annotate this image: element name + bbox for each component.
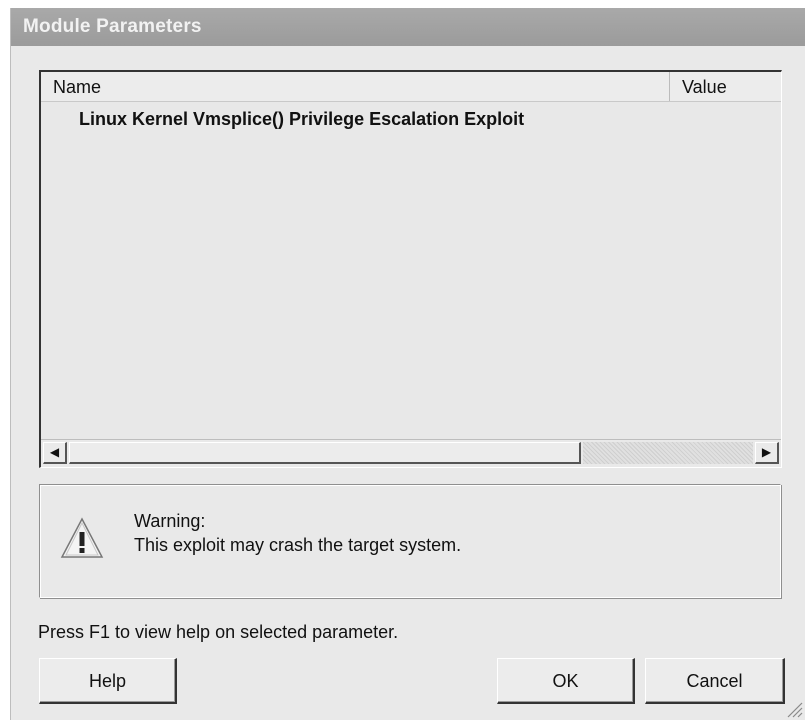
module-parameters-dialog: Module Parameters Name Value Linux Kerne… [10,8,805,720]
dialog-title: Module Parameters [11,8,805,46]
scrollbar-track[interactable] [583,442,753,464]
list-item[interactable]: Linux Kernel Vmsplice() Privilege Escala… [79,106,524,132]
warning-panel: Warning: This exploit may crash the targ… [39,484,781,598]
ok-button[interactable]: OK [497,658,635,704]
resize-grip-icon[interactable] [785,700,803,718]
list-header: Name Value [41,72,781,102]
help-button[interactable]: Help [39,658,177,704]
warning-title: Warning: [134,511,206,531]
warning-message: This exploit may crash the target system… [134,535,462,555]
scrollbar-thumb[interactable] [69,442,581,464]
help-hint-text: Press F1 to view help on selected parame… [38,622,399,642]
horizontal-scrollbar[interactable]: ◀ ▶ [41,439,781,467]
column-header-name[interactable]: Name [41,72,670,101]
parameters-list[interactable]: Name Value Linux Kernel Vmsplice() Privi… [39,70,782,468]
warning-triangle-icon [60,517,104,559]
column-header-value[interactable]: Value [670,72,781,101]
scroll-right-button[interactable]: ▶ [755,442,779,464]
cancel-button[interactable]: Cancel [645,658,785,704]
scroll-left-button[interactable]: ◀ [43,442,67,464]
